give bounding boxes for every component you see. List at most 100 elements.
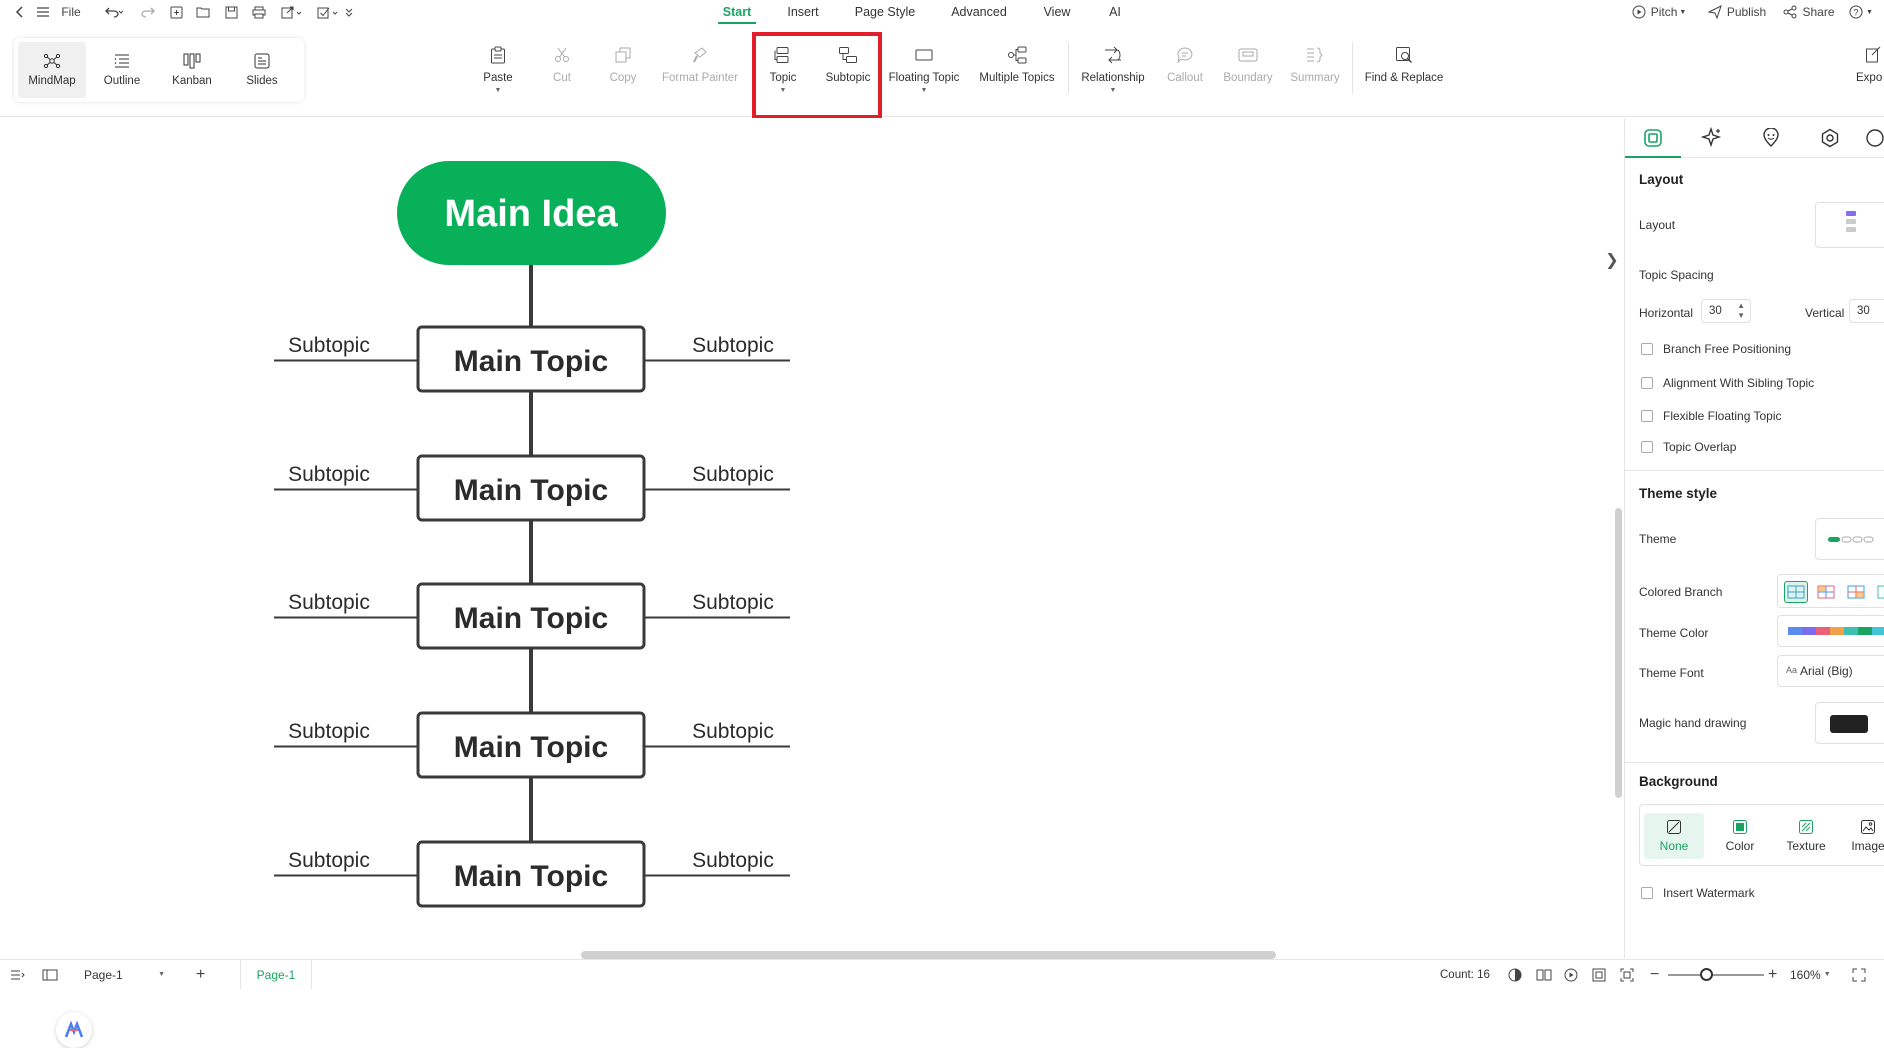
format-painter-button[interactable]: Format Painter <box>660 44 740 110</box>
open-folder-icon[interactable] <box>193 0 213 24</box>
copy-button[interactable]: Copy <box>604 44 642 110</box>
stepper-arrows-icon[interactable]: ▲ ▼ <box>1737 301 1745 321</box>
tab-theme[interactable] <box>1810 124 1850 152</box>
tab-page-format[interactable] <box>1625 124 1681 158</box>
horizontal-scrollbar[interactable] <box>581 951 1276 959</box>
redo-icon[interactable] <box>138 0 158 24</box>
undo-icon[interactable] <box>100 0 128 24</box>
export-button[interactable]: Expo <box>1856 44 1884 110</box>
view-slides-button[interactable]: Slides <box>228 42 296 98</box>
right-subtopic-label[interactable]: Subtopic <box>692 720 774 743</box>
page-panel-icon[interactable] <box>42 960 58 989</box>
zoom-slider[interactable] <box>1668 960 1764 989</box>
page-select[interactable]: Page-1 ▼ <box>74 960 170 989</box>
page-tab[interactable]: Page-1 <box>240 960 312 989</box>
left-subtopic-label[interactable]: Subtopic <box>288 849 370 872</box>
tab-start[interactable]: Start <box>718 0 756 24</box>
save-icon[interactable] <box>221 0 241 24</box>
mindmap-canvas[interactable]: Main Idea Main Topic Subtopic Subtopic Main … <box>0 118 1622 1048</box>
magic-hand-toggle[interactable] <box>1815 702 1884 744</box>
zoom-level[interactable]: 160% ▼ <box>1790 960 1831 989</box>
boundary-button[interactable]: Boundary <box>1222 44 1274 110</box>
theme-color-selector[interactable] <box>1777 615 1884 647</box>
floating-topic-button[interactable]: Floating Topic ▼ <box>886 44 962 110</box>
outline-toggle-icon[interactable] <box>10 960 26 989</box>
right-subtopic-label[interactable]: Subtopic <box>692 849 774 872</box>
summary-button[interactable]: Summary <box>1290 44 1340 110</box>
file-menu[interactable]: File <box>56 0 86 24</box>
tab-insert[interactable]: Insert <box>784 0 822 24</box>
multiple-topics-button[interactable]: Multiple Topics <box>976 44 1058 110</box>
background-none-button[interactable]: None <box>1644 813 1704 859</box>
tab-ai[interactable]: AI <box>1104 0 1126 24</box>
fit-page-icon[interactable] <box>1592 960 1606 989</box>
publish-button[interactable]: Publish <box>1704 0 1770 24</box>
view-kanban-button[interactable]: Kanban <box>158 42 226 98</box>
horizontal-spacing-input[interactable]: 30 ▲ ▼ <box>1701 299 1751 323</box>
topic-overlap-checkbox[interactable]: Topic Overlap <box>1641 440 1736 454</box>
left-subtopic-label[interactable]: Subtopic <box>288 591 370 614</box>
view-mindmap-button[interactable]: MindMap <box>18 42 86 98</box>
zoom-slider-handle[interactable] <box>1700 968 1713 981</box>
tab-icons[interactable] <box>1751 124 1791 152</box>
right-subtopic-label[interactable]: Subtopic <box>692 334 774 357</box>
tab-advanced[interactable]: Advanced <box>948 0 1010 24</box>
find-replace-button[interactable]: Find & Replace <box>1364 44 1444 110</box>
theme-preview-icon <box>1828 536 1874 543</box>
panel-collapse-icon[interactable]: ❯ <box>1602 238 1622 282</box>
theme-selector[interactable] <box>1815 518 1884 560</box>
play-icon[interactable] <box>1564 960 1578 989</box>
left-subtopic-label[interactable]: Subtopic <box>288 463 370 486</box>
more-icon[interactable] <box>342 0 356 24</box>
fit-screen-icon[interactable] <box>1620 960 1634 989</box>
flexible-floating-checkbox[interactable]: Flexible Floating Topic <box>1641 409 1782 423</box>
background-image-button[interactable]: Image <box>1840 813 1884 859</box>
paste-button[interactable]: Paste ▼ <box>478 44 518 110</box>
new-icon[interactable] <box>166 0 186 24</box>
ai-assistant-icon[interactable] <box>56 1012 92 1048</box>
magic-hand-preview <box>1830 715 1868 733</box>
relationship-button[interactable]: Relationship ▼ <box>1078 44 1148 110</box>
theme-font-select[interactable]: Aa Arial (Big) <box>1777 655 1884 687</box>
left-subtopic-label[interactable]: Subtopic <box>288 720 370 743</box>
right-subtopic-label[interactable]: Subtopic <box>692 463 774 486</box>
zoom-in-icon[interactable]: + <box>1768 960 1777 989</box>
branch-free-positioning-checkbox[interactable]: Branch Free Positioning <box>1641 342 1791 356</box>
branch-option-2[interactable] <box>1814 581 1838 603</box>
tab-ai-style[interactable] <box>1692 124 1732 152</box>
vertical-spacing-input[interactable]: 30 <box>1849 299 1884 323</box>
background-texture-button[interactable]: Texture <box>1776 813 1836 859</box>
help-button[interactable]: ? ▼ <box>1846 0 1876 24</box>
topic-button[interactable]: Topic ▼ <box>764 44 802 110</box>
add-page-icon[interactable]: + <box>196 960 205 989</box>
insert-watermark-checkbox[interactable]: Insert Watermark <box>1641 886 1755 900</box>
tab-more[interactable] <box>1865 124 1884 152</box>
view-outline-button[interactable]: Outline <box>88 42 156 98</box>
tab-page-style[interactable]: Page Style <box>852 0 918 24</box>
tab-view[interactable]: View <box>1040 0 1074 24</box>
theme-toggle-icon[interactable] <box>1508 960 1522 989</box>
fullscreen-icon[interactable] <box>1852 960 1866 989</box>
callout-button[interactable]: Callout <box>1164 44 1206 110</box>
task-icon[interactable] <box>314 0 342 24</box>
copy-label: Copy <box>609 72 637 84</box>
book-view-icon[interactable] <box>1536 960 1552 989</box>
back-icon[interactable] <box>10 0 30 24</box>
pitch-button[interactable]: Pitch ▼ <box>1628 0 1690 24</box>
vertical-scrollbar[interactable] <box>1615 508 1622 798</box>
cut-button[interactable]: Cut <box>544 44 580 110</box>
zoom-out-icon[interactable]: − <box>1650 960 1659 989</box>
left-subtopic-label[interactable]: Subtopic <box>288 334 370 357</box>
background-color-button[interactable]: Color <box>1710 813 1770 859</box>
hamburger-icon[interactable] <box>34 0 52 24</box>
branch-option-1[interactable] <box>1784 581 1808 603</box>
print-icon[interactable] <box>249 0 269 24</box>
branch-option-4[interactable] <box>1874 581 1884 603</box>
layout-selector[interactable] <box>1815 202 1884 248</box>
share-button[interactable]: Share <box>1780 0 1838 24</box>
export-menu-icon[interactable] <box>278 0 306 24</box>
right-subtopic-label[interactable]: Subtopic <box>692 591 774 614</box>
branch-option-3[interactable] <box>1844 581 1868 603</box>
subtopic-button[interactable]: Subtopic <box>822 44 874 110</box>
alignment-sibling-checkbox[interactable]: Alignment With Sibling Topic <box>1641 376 1814 390</box>
